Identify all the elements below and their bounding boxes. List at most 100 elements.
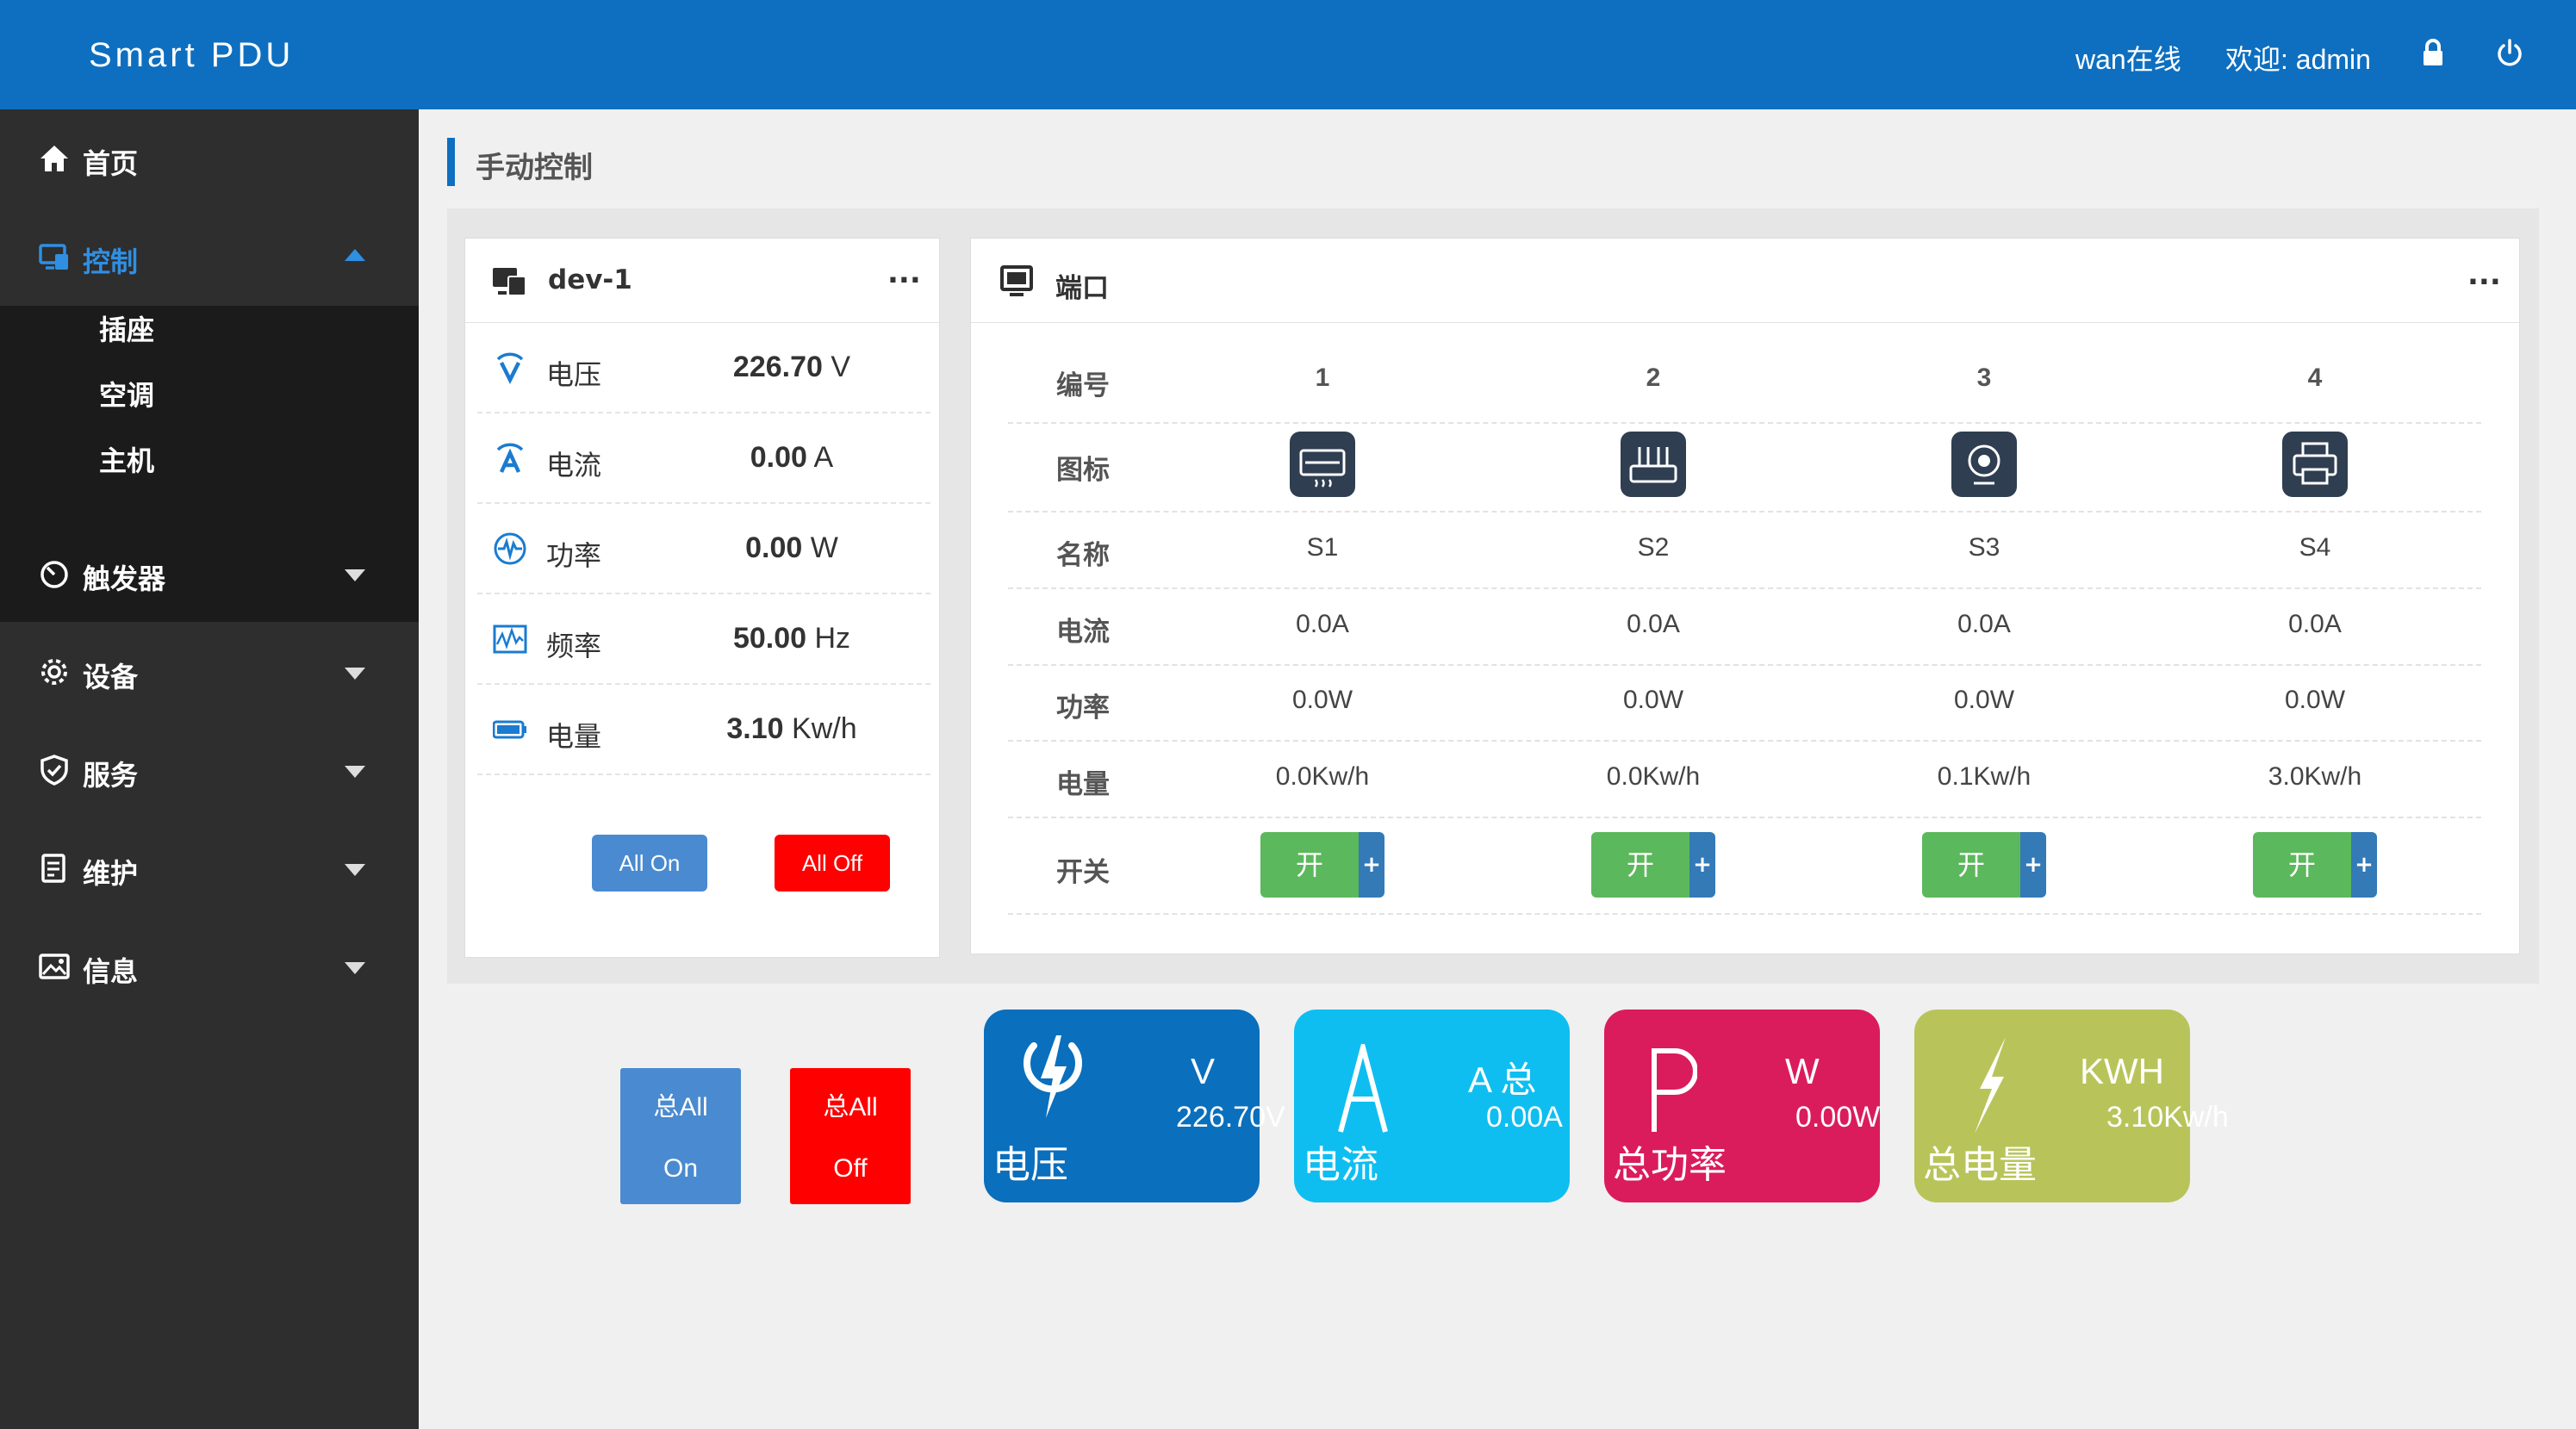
chevron-down-icon[interactable] xyxy=(345,569,365,581)
switch-plus-button[interactable]: + xyxy=(2351,832,2377,898)
port-card-menu[interactable]: ... xyxy=(2467,258,2501,292)
all-on-button[interactable]: All On xyxy=(592,835,707,892)
shield-icon xyxy=(40,755,68,786)
tile-name: 电流 xyxy=(1303,1143,1378,1187)
port-power: 0.0W xyxy=(1622,686,1684,714)
chevron-down-icon[interactable] xyxy=(345,864,365,876)
submenu-item-socket[interactable]: 插座 xyxy=(99,308,154,348)
row-divider xyxy=(1008,587,2481,589)
stat-value: 226.70 V xyxy=(732,351,851,383)
port-energy: 0.0Kw/h xyxy=(1275,762,1370,791)
battery-icon xyxy=(493,720,526,739)
port-current: 0.0A xyxy=(1296,610,1349,638)
voltage-icon xyxy=(496,352,524,385)
port-current: 0.0A xyxy=(2288,610,2342,638)
chevron-down-icon[interactable] xyxy=(345,962,365,974)
sidebar-item-devices[interactable]: 设备 xyxy=(0,623,419,721)
stat-label: 频率 xyxy=(546,630,602,662)
tile-value: 3.10Kw/h xyxy=(2106,1101,2229,1134)
stat-value: 3.10 Kw/h xyxy=(726,712,857,745)
current-icon xyxy=(496,443,524,473)
brand-title: Smart PDU xyxy=(89,36,295,74)
sidebar-item-info[interactable]: 信息 xyxy=(0,917,419,1016)
tile-unit: A 总 xyxy=(1468,1059,1537,1100)
image-icon xyxy=(39,954,70,979)
chevron-down-icon[interactable] xyxy=(345,668,365,680)
port-name: S4 xyxy=(2299,533,2331,562)
row-label-current: 电流 xyxy=(1056,617,1110,648)
letter-a-icon xyxy=(1338,1044,1388,1133)
row-label-energy: 电量 xyxy=(1056,769,1110,800)
sidebar-item-label: 信息 xyxy=(83,955,139,988)
stat-row-power: 功率 0.00 W xyxy=(477,504,930,594)
submenu-item-host[interactable]: 主机 xyxy=(99,439,154,479)
stat-row-frequency: 频率 50.00 Hz xyxy=(477,594,930,685)
gear-icon xyxy=(41,659,67,685)
router-icon xyxy=(1621,432,1686,497)
switch-plus-button[interactable]: + xyxy=(1359,832,1384,898)
port-card-title: 端口 xyxy=(1055,273,1109,304)
submenu-item-aircon[interactable]: 空调 xyxy=(99,374,154,413)
sidebar-item-label: 维护 xyxy=(83,857,139,890)
switch-on-button[interactable]: 开 xyxy=(1922,832,2020,898)
clipboard-icon xyxy=(41,854,65,883)
lock-icon[interactable] xyxy=(2417,38,2448,69)
row-label-switch: 开关 xyxy=(1056,857,1110,888)
tile-name: 总功率 xyxy=(1613,1143,1727,1187)
sidebar: 首页 控制 插座 空调 主机 触发器 设备 服务 维护 信息 xyxy=(0,109,419,1429)
row-divider xyxy=(1008,913,2481,915)
sidebar-item-control[interactable]: 控制 xyxy=(0,208,419,306)
welcome-user[interactable]: 欢迎: admin xyxy=(2225,38,2371,78)
port-number: 1 xyxy=(1315,363,1330,392)
total-all-on-button[interactable]: 总All On xyxy=(620,1068,741,1204)
monitor-icon xyxy=(39,244,68,270)
device-card-header: dev-1 ... xyxy=(465,239,939,323)
device-card-menu[interactable]: ... xyxy=(887,256,921,290)
switch-on-button[interactable]: 开 xyxy=(2253,832,2351,898)
letter-p-icon xyxy=(1652,1048,1697,1132)
tile-unit: V xyxy=(1191,1051,1216,1091)
stat-row-energy: 电量 3.10 Kw/h xyxy=(477,685,930,775)
port-current: 0.0A xyxy=(1627,610,1680,638)
tile-unit: W xyxy=(1785,1051,1820,1091)
current-tile: A 总 0.00A 电流 xyxy=(1294,1010,1570,1202)
stat-value: 0.00 W xyxy=(745,531,838,564)
chevron-up-icon[interactable] xyxy=(345,249,365,261)
stat-row-current: 电流 0.00 A xyxy=(477,413,930,504)
webcam-icon xyxy=(1951,432,2017,497)
voltage-tile: V 226.70V 电压 xyxy=(984,1010,1285,1202)
port-energy: 0.1Kw/h xyxy=(1937,762,2032,791)
row-divider xyxy=(1008,511,2481,513)
sidebar-item-service[interactable]: 服务 xyxy=(0,721,419,819)
port-energy: 3.0Kw/h xyxy=(2268,762,2362,791)
port-switch: 开 + xyxy=(1260,832,1384,898)
row-divider xyxy=(1008,817,2481,818)
trigger-icon xyxy=(40,561,68,588)
devices-icon xyxy=(493,268,526,296)
sidebar-item-maintenance[interactable]: 维护 xyxy=(0,819,419,917)
row-label-icon: 图标 xyxy=(1056,455,1110,486)
sidebar-item-home[interactable]: 首页 xyxy=(0,109,419,208)
port-current: 0.0A xyxy=(1957,610,2011,638)
port-name: S2 xyxy=(1637,533,1670,562)
power-icon[interactable] xyxy=(2494,38,2525,69)
switch-plus-button[interactable]: + xyxy=(2020,832,2046,898)
switch-on-button[interactable]: 开 xyxy=(1260,832,1359,898)
stat-label: 电流 xyxy=(546,449,602,482)
chevron-down-icon[interactable] xyxy=(345,766,365,778)
total-all-off-button[interactable]: 总All Off xyxy=(790,1068,911,1204)
tile-value: 0.00A xyxy=(1486,1101,1563,1134)
sidebar-item-trigger[interactable]: 触发器 xyxy=(0,525,419,623)
port-number: 2 xyxy=(1646,363,1661,392)
tile-name: 总电量 xyxy=(1923,1143,2037,1187)
sidebar-item-label: 控制 xyxy=(83,245,139,278)
port-number: 4 xyxy=(2307,363,2323,392)
switch-plus-button[interactable]: + xyxy=(1689,832,1715,898)
power-tile: W 0.00W 总功率 xyxy=(1604,1010,1880,1202)
port-energy: 0.0Kw/h xyxy=(1606,762,1701,791)
port-number: 3 xyxy=(1976,363,1992,392)
switch-on-button[interactable]: 开 xyxy=(1591,832,1689,898)
all-off-button[interactable]: All Off xyxy=(775,835,890,892)
sidebar-item-label: 首页 xyxy=(83,147,139,180)
port-power: 0.0W xyxy=(2284,686,2346,714)
